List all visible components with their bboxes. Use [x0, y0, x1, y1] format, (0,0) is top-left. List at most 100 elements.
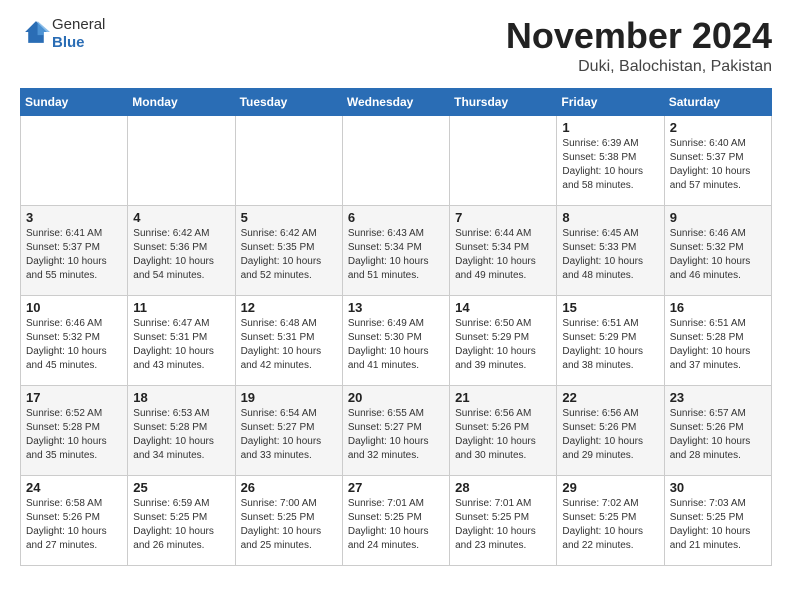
day-info: Sunrise: 7:03 AMSunset: 5:25 PMDaylight:…: [670, 497, 766, 553]
day-number: 16: [670, 300, 766, 315]
day-number: 6: [348, 210, 444, 225]
location: Duki, Balochistan, Pakistan: [506, 58, 772, 76]
day-info: Sunrise: 6:47 AMSunset: 5:31 PMDaylight:…: [133, 317, 229, 373]
day-number: 26: [241, 480, 337, 495]
calendar-cell: 27 Sunrise: 7:01 AMSunset: 5:25 PMDayligh…: [342, 475, 449, 565]
day-info: Sunrise: 6:56 AMSunset: 5:26 PMDaylight:…: [562, 407, 658, 463]
day-number: 14: [455, 300, 551, 315]
logo-blue-text: Blue: [52, 34, 85, 51]
calendar-cell: 2 Sunrise: 6:40 AMSunset: 5:37 PMDaylight…: [664, 115, 771, 205]
day-number: 2: [670, 120, 766, 135]
page: General Blue November 2024 Duki, Balochi…: [0, 0, 792, 586]
calendar-cell: 8Sunrise: 6:45 AMSunset: 5:33 PMDaylight…: [557, 205, 664, 295]
calendar-cell: 29 Sunrise: 7:02 AMSunset: 5:25 PMDayligh…: [557, 475, 664, 565]
calendar-body: 1Sunrise: 6:39 AMSunset: 5:38 PMDaylight…: [21, 115, 772, 565]
day-header-saturday: Saturday: [664, 88, 771, 115]
calendar-cell: [21, 115, 128, 205]
day-number: 15: [562, 300, 658, 315]
day-header-friday: Friday: [557, 88, 664, 115]
calendar-cell: 13 Sunrise: 6:49 AMSunset: 5:30 PMDayligh…: [342, 295, 449, 385]
day-header-wednesday: Wednesday: [342, 88, 449, 115]
day-info: Sunrise: 6:57 AMSunset: 5:26 PMDaylight:…: [670, 407, 766, 463]
day-number: 3: [26, 210, 122, 225]
day-info: Sunrise: 6:55 AMSunset: 5:27 PMDaylight:…: [348, 407, 444, 463]
calendar-cell: 20 Sunrise: 6:55 AMSunset: 5:27 PMDayligh…: [342, 385, 449, 475]
day-number: 9: [670, 210, 766, 225]
day-info: Sunrise: 6:58 AMSunset: 5:26 PMDaylight:…: [26, 497, 122, 553]
calendar-cell: 14 Sunrise: 6:50 AMSunset: 5:29 PMDayligh…: [450, 295, 557, 385]
calendar-cell: 6 Sunrise: 6:43 AMSunset: 5:34 PMDaylight…: [342, 205, 449, 295]
calendar-cell: 19Sunrise: 6:54 AMSunset: 5:27 PMDayligh…: [235, 385, 342, 475]
day-number: 29: [562, 480, 658, 495]
day-number: 28: [455, 480, 551, 495]
calendar-cell: 5Sunrise: 6:42 AMSunset: 5:35 PMDaylight…: [235, 205, 342, 295]
calendar-cell: 3 Sunrise: 6:41 AMSunset: 5:37 PMDaylight…: [21, 205, 128, 295]
title-block: November 2024 Duki, Balochistan, Pakista…: [506, 16, 772, 76]
calendar-cell: 7 Sunrise: 6:44 AMSunset: 5:34 PMDaylight…: [450, 205, 557, 295]
day-info: Sunrise: 6:53 AMSunset: 5:28 PMDaylight:…: [133, 407, 229, 463]
calendar-cell: 26 Sunrise: 7:00 AMSunset: 5:25 PMDayligh…: [235, 475, 342, 565]
calendar-cell: 28Sunrise: 7:01 AMSunset: 5:25 PMDayligh…: [450, 475, 557, 565]
calendar-cell: 9Sunrise: 6:46 AMSunset: 5:32 PMDaylight…: [664, 205, 771, 295]
day-number: 23: [670, 390, 766, 405]
day-info: Sunrise: 6:49 AMSunset: 5:30 PMDaylight:…: [348, 317, 444, 373]
calendar-cell: 24 Sunrise: 6:58 AMSunset: 5:26 PMDayligh…: [21, 475, 128, 565]
week-row-1: 1Sunrise: 6:39 AMSunset: 5:38 PMDaylight…: [21, 115, 772, 205]
calendar-cell: [450, 115, 557, 205]
calendar-cell: 21 Sunrise: 6:56 AMSunset: 5:26 PMDayligh…: [450, 385, 557, 475]
logo-general-text: General: [52, 16, 105, 33]
day-info: Sunrise: 6:44 AMSunset: 5:34 PMDaylight:…: [455, 227, 551, 283]
calendar-cell: 18 Sunrise: 6:53 AMSunset: 5:28 PMDayligh…: [128, 385, 235, 475]
week-row-5: 24 Sunrise: 6:58 AMSunset: 5:26 PMDayligh…: [21, 475, 772, 565]
calendar-cell: 16 Sunrise: 6:51 AMSunset: 5:28 PMDayligh…: [664, 295, 771, 385]
day-number: 1: [562, 120, 658, 135]
day-number: 13: [348, 300, 444, 315]
month-title: November 2024: [506, 16, 772, 56]
day-number: 4: [133, 210, 229, 225]
day-number: 21: [455, 390, 551, 405]
day-info: Sunrise: 6:43 AMSunset: 5:34 PMDaylight:…: [348, 227, 444, 283]
day-number: 11: [133, 300, 229, 315]
day-number: 30: [670, 480, 766, 495]
day-info: Sunrise: 6:59 AMSunset: 5:25 PMDaylight:…: [133, 497, 229, 553]
day-number: 10: [26, 300, 122, 315]
day-info: Sunrise: 6:42 AMSunset: 5:36 PMDaylight:…: [133, 227, 229, 283]
day-info: Sunrise: 7:01 AMSunset: 5:25 PMDaylight:…: [348, 497, 444, 553]
day-number: 25: [133, 480, 229, 495]
day-info: Sunrise: 6:50 AMSunset: 5:29 PMDaylight:…: [455, 317, 551, 373]
calendar-cell: 12Sunrise: 6:48 AMSunset: 5:31 PMDayligh…: [235, 295, 342, 385]
header: General Blue November 2024 Duki, Balochi…: [20, 16, 772, 76]
calendar-cell: 17 Sunrise: 6:52 AMSunset: 5:28 PMDayligh…: [21, 385, 128, 475]
day-info: Sunrise: 6:56 AMSunset: 5:26 PMDaylight:…: [455, 407, 551, 463]
calendar-cell: 22Sunrise: 6:56 AMSunset: 5:26 PMDayligh…: [557, 385, 664, 475]
day-number: 24: [26, 480, 122, 495]
day-number: 7: [455, 210, 551, 225]
day-info: Sunrise: 6:45 AMSunset: 5:33 PMDaylight:…: [562, 227, 658, 283]
calendar-cell: [235, 115, 342, 205]
calendar-cell: 11 Sunrise: 6:47 AMSunset: 5:31 PMDayligh…: [128, 295, 235, 385]
day-number: 18: [133, 390, 229, 405]
day-info: Sunrise: 6:41 AMSunset: 5:37 PMDaylight:…: [26, 227, 122, 283]
day-header-tuesday: Tuesday: [235, 88, 342, 115]
day-info: Sunrise: 6:51 AMSunset: 5:29 PMDaylight:…: [562, 317, 658, 373]
day-number: 12: [241, 300, 337, 315]
day-info: Sunrise: 7:00 AMSunset: 5:25 PMDaylight:…: [241, 497, 337, 553]
day-info: Sunrise: 6:40 AMSunset: 5:37 PMDaylight:…: [670, 137, 766, 193]
day-info: Sunrise: 7:02 AMSunset: 5:25 PMDaylight:…: [562, 497, 658, 553]
day-info: Sunrise: 6:42 AMSunset: 5:35 PMDaylight:…: [241, 227, 337, 283]
day-number: 17: [26, 390, 122, 405]
day-info: Sunrise: 6:46 AMSunset: 5:32 PMDaylight:…: [26, 317, 122, 373]
day-info: Sunrise: 6:51 AMSunset: 5:28 PMDaylight:…: [670, 317, 766, 373]
day-header-sunday: Sunday: [21, 88, 128, 115]
calendar-header: SundayMondayTuesdayWednesdayThursdayFrid…: [21, 88, 772, 115]
day-header-row: SundayMondayTuesdayWednesdayThursdayFrid…: [21, 88, 772, 115]
day-header-thursday: Thursday: [450, 88, 557, 115]
week-row-4: 17 Sunrise: 6:52 AMSunset: 5:28 PMDayligh…: [21, 385, 772, 475]
calendar-cell: 4 Sunrise: 6:42 AMSunset: 5:36 PMDaylight…: [128, 205, 235, 295]
calendar: SundayMondayTuesdayWednesdayThursdayFrid…: [20, 88, 772, 566]
day-info: Sunrise: 6:52 AMSunset: 5:28 PMDaylight:…: [26, 407, 122, 463]
calendar-cell: [342, 115, 449, 205]
day-number: 27: [348, 480, 444, 495]
day-number: 20: [348, 390, 444, 405]
calendar-cell: 30 Sunrise: 7:03 AMSunset: 5:25 PMDayligh…: [664, 475, 771, 565]
